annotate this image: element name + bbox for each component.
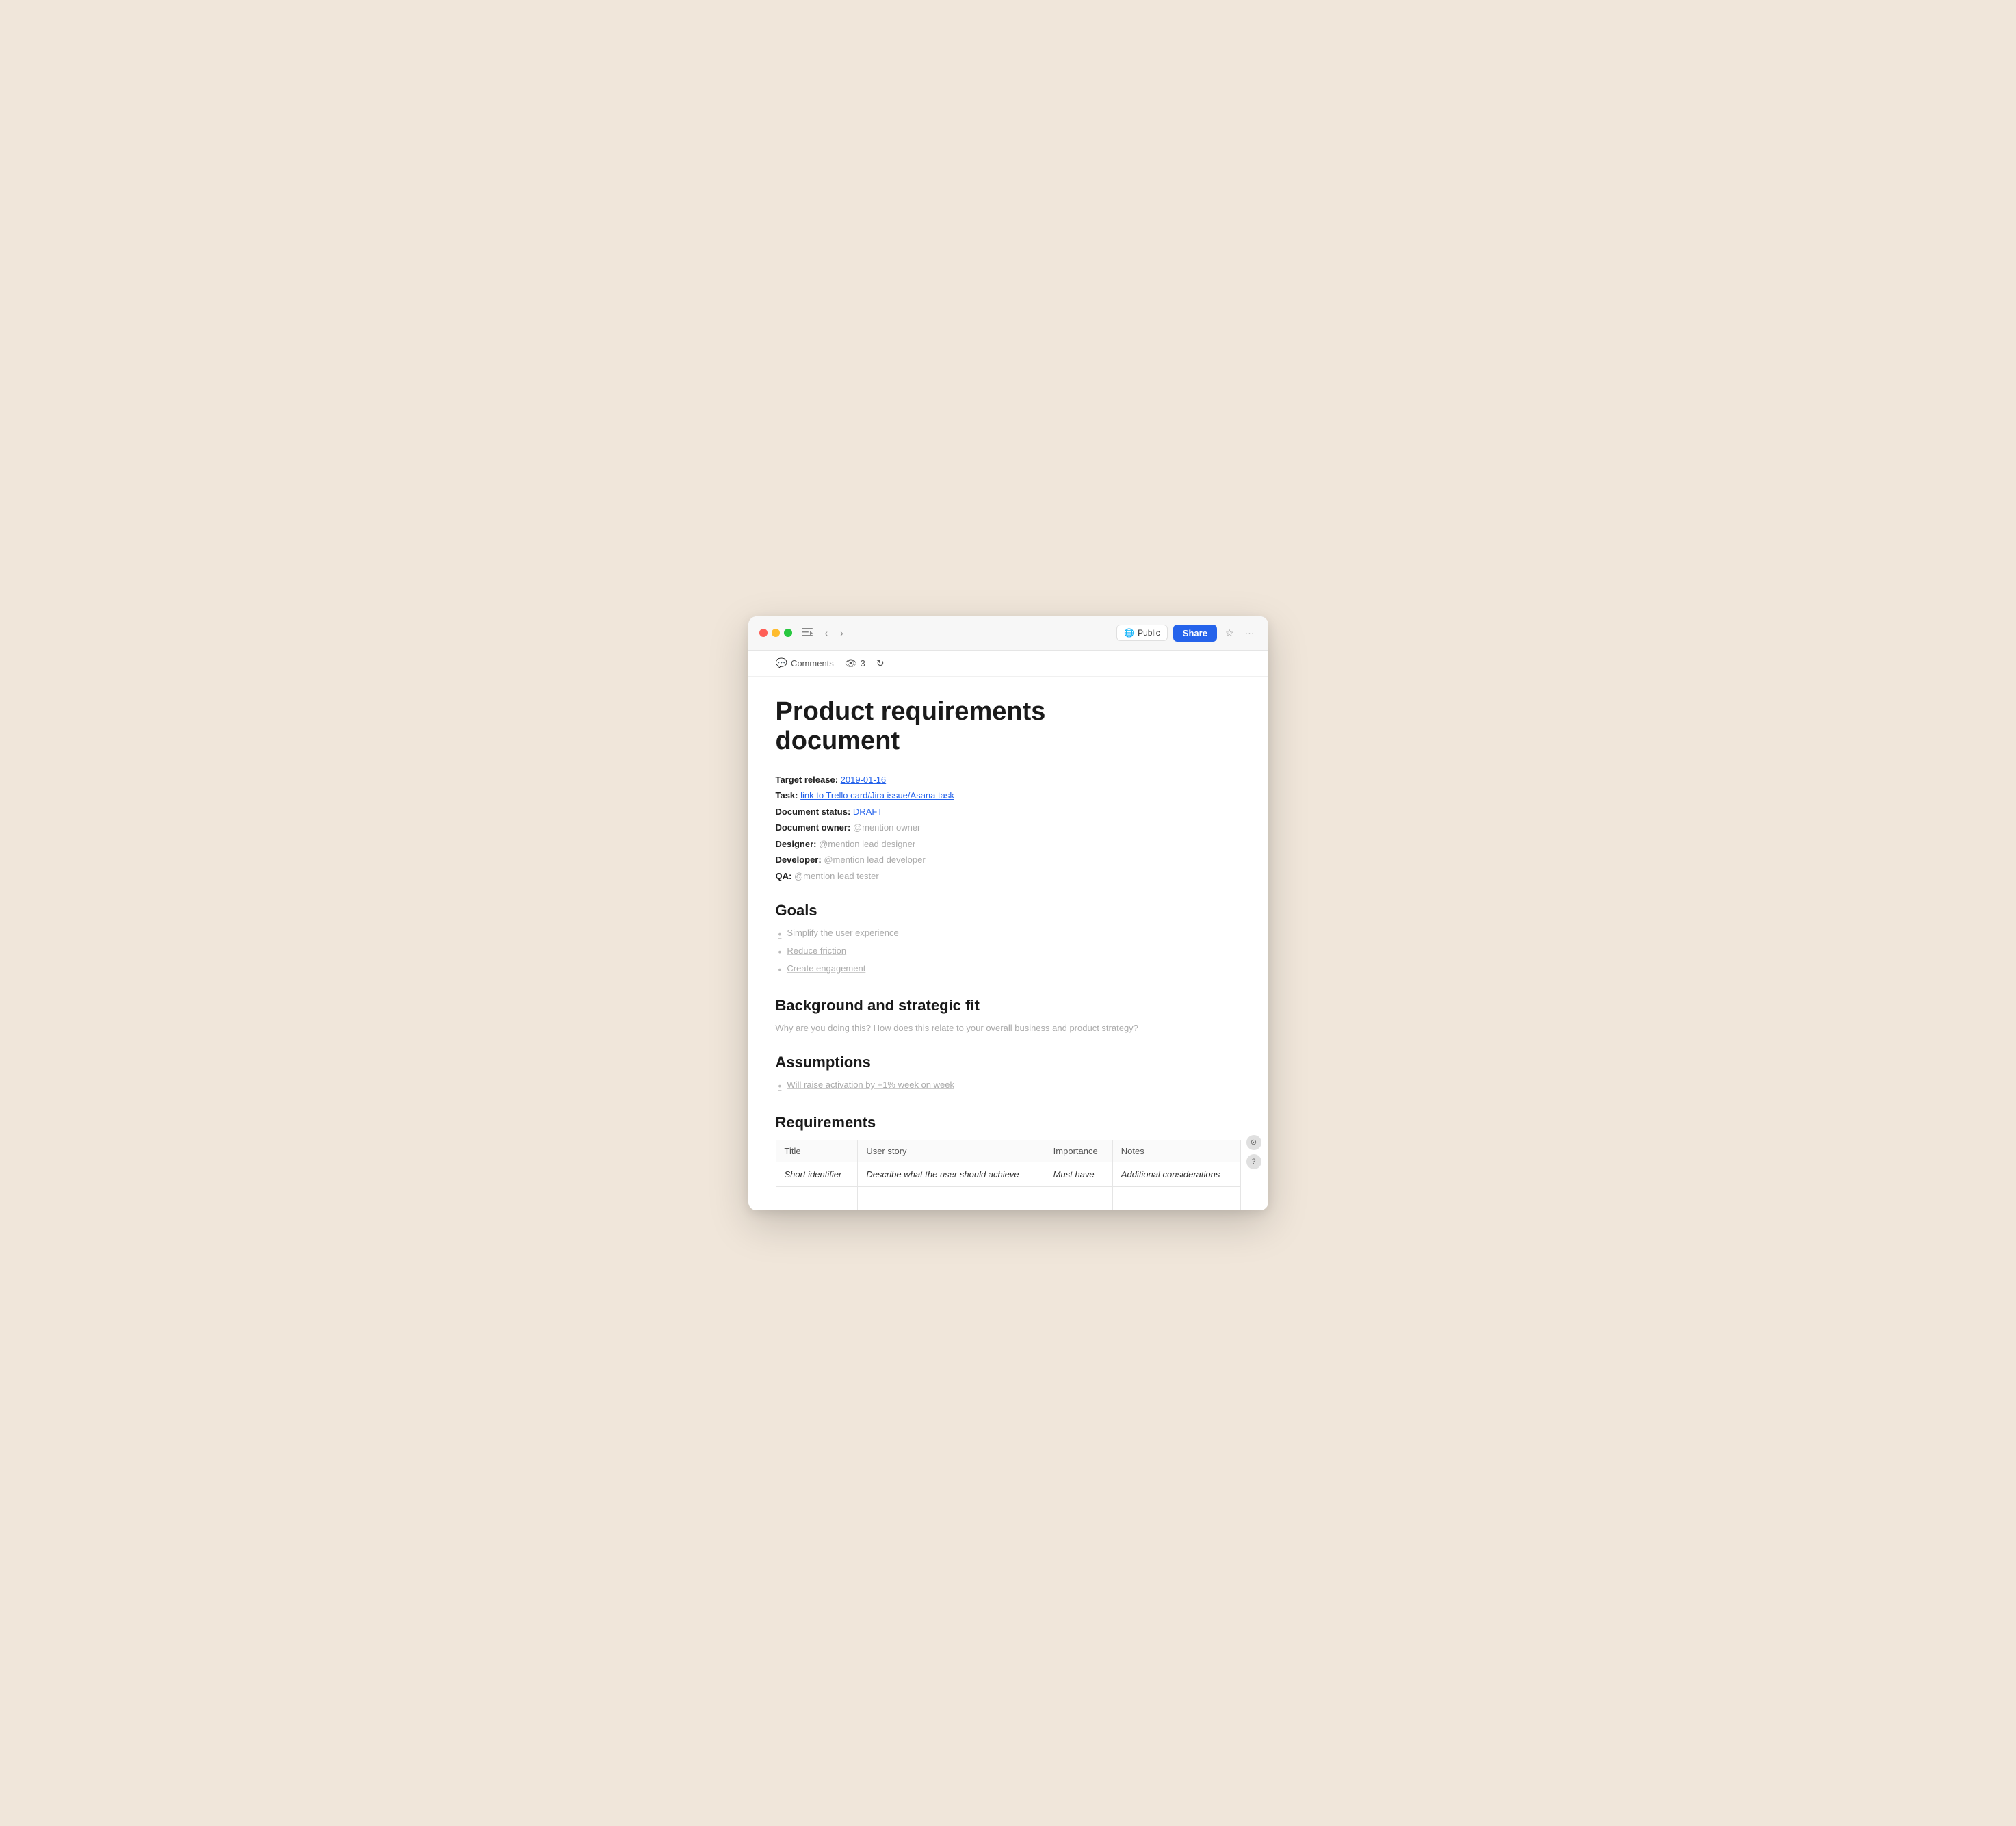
titlebar-left: ‹ › — [759, 626, 846, 640]
document-owner-value[interactable]: @mention owner — [853, 822, 920, 833]
designer-value[interactable]: @mention lead designer — [819, 839, 915, 849]
assumptions-item-0: Will raise activation by +1% week on wee… — [787, 1080, 954, 1090]
table-row[interactable]: Short identifier Describe what the user … — [776, 1162, 1240, 1186]
cell-notes-0[interactable]: Additional considerations — [1112, 1162, 1240, 1186]
col-title: Title — [776, 1140, 858, 1162]
background-section: Background and strategic fit Why are you… — [776, 997, 1241, 1033]
floating-question-icon[interactable]: ? — [1246, 1154, 1261, 1169]
refresh-button[interactable]: ↻ — [876, 657, 885, 669]
qa-label: QA: — [776, 871, 792, 881]
floating-circle-icon[interactable]: ⊙ — [1246, 1135, 1261, 1150]
list-item[interactable]: Create engagement — [778, 963, 1241, 977]
goals-title: Goals — [776, 902, 1241, 919]
meta-qa: QA: @mention lead tester — [776, 870, 1241, 883]
public-label: Public — [1138, 628, 1160, 638]
col-notes: Notes — [1112, 1140, 1240, 1162]
developer-label: Developer: — [776, 855, 822, 865]
meta-task: Task: link to Trello card/Jira issue/Asa… — [776, 789, 1241, 803]
cell-notes-1[interactable] — [1112, 1186, 1240, 1210]
assumptions-list: Will raise activation by +1% week on wee… — [776, 1080, 1241, 1093]
designer-label: Designer: — [776, 839, 817, 849]
titlebar: ‹ › 🌐 Public Share ☆ ··· — [748, 616, 1268, 651]
floating-icons: ⊙ ? — [1246, 1135, 1261, 1169]
cell-importance-1[interactable] — [1045, 1186, 1112, 1210]
table-row[interactable] — [776, 1186, 1240, 1210]
comments-button[interactable]: 💬 Comments — [776, 657, 834, 669]
views-count: 3 — [861, 658, 865, 668]
document-owner-label: Document owner: — [776, 822, 851, 833]
requirements-title: Requirements — [776, 1114, 1241, 1132]
meta-target-release: Target release: 2019-01-16 — [776, 773, 1241, 787]
document-status-label: Document status: — [776, 807, 851, 817]
developer-value[interactable]: @mention lead developer — [824, 855, 925, 865]
goals-list: Simplify the user experience Reduce fric… — [776, 928, 1241, 976]
target-release-value[interactable]: 2019-01-16 — [841, 774, 887, 785]
eye-icon: 👁 — [845, 657, 857, 669]
cell-story-1[interactable] — [858, 1186, 1045, 1210]
cell-importance-0[interactable]: Must have — [1045, 1162, 1112, 1186]
traffic-light-yellow[interactable] — [772, 629, 780, 637]
document-content: Product requirementsdocument Target rele… — [748, 677, 1268, 1210]
cell-title-0[interactable]: Short identifier — [776, 1162, 858, 1186]
target-release-label: Target release: — [776, 774, 839, 785]
titlebar-right: 🌐 Public Share ☆ ··· — [1116, 625, 1257, 642]
assumptions-section: Assumptions Will raise activation by +1%… — [776, 1054, 1241, 1093]
meta-section: Target release: 2019-01-16 Task: link to… — [776, 773, 1241, 883]
back-icon[interactable]: ‹ — [822, 626, 831, 640]
goals-item-0: Simplify the user experience — [787, 928, 898, 938]
public-button[interactable]: 🌐 Public — [1116, 625, 1168, 641]
views-button[interactable]: 👁 3 — [845, 657, 865, 669]
meta-developer: Developer: @mention lead developer — [776, 853, 1241, 867]
cell-title-1[interactable] — [776, 1186, 858, 1210]
more-icon[interactable]: ··· — [1242, 625, 1257, 641]
cell-story-0[interactable]: Describe what the user should achieve — [858, 1162, 1045, 1186]
goals-item-1: Reduce friction — [787, 945, 846, 956]
background-placeholder[interactable]: Why are you doing this? How does this re… — [776, 1023, 1241, 1033]
meta-document-owner: Document owner: @mention owner — [776, 821, 1241, 835]
traffic-light-red[interactable] — [759, 629, 768, 637]
col-user-story: User story — [858, 1140, 1045, 1162]
document-title: Product requirementsdocument — [776, 697, 1241, 757]
goals-item-2: Create engagement — [787, 963, 865, 974]
forward-icon[interactable]: › — [837, 626, 846, 640]
traffic-lights — [759, 629, 792, 637]
sidebar-toggle-icon[interactable] — [799, 626, 815, 640]
traffic-light-green[interactable] — [784, 629, 792, 637]
document-status-value[interactable]: DRAFT — [853, 807, 882, 817]
assumptions-title: Assumptions — [776, 1054, 1241, 1071]
list-item[interactable]: Reduce friction — [778, 945, 1241, 959]
app-window: ‹ › 🌐 Public Share ☆ ··· 💬 Comments 👁 3 … — [748, 616, 1268, 1210]
qa-value[interactable]: @mention lead tester — [794, 871, 879, 881]
refresh-icon: ↻ — [876, 657, 885, 669]
table-header-row: Title User story Importance Notes — [776, 1140, 1240, 1162]
star-icon[interactable]: ☆ — [1222, 625, 1237, 642]
meta-designer: Designer: @mention lead designer — [776, 837, 1241, 851]
background-title: Background and strategic fit — [776, 997, 1241, 1015]
globe-icon: 🌐 — [1124, 628, 1134, 638]
col-importance: Importance — [1045, 1140, 1112, 1162]
comment-icon: 💬 — [776, 657, 787, 669]
requirements-table: Title User story Importance Notes Short … — [776, 1140, 1241, 1210]
comments-label: Comments — [791, 658, 834, 668]
list-item[interactable]: Simplify the user experience — [778, 928, 1241, 941]
list-item[interactable]: Will raise activation by +1% week on wee… — [778, 1080, 1241, 1093]
meta-document-status: Document status: DRAFT — [776, 805, 1241, 819]
goals-section: Goals Simplify the user experience Reduc… — [776, 902, 1241, 976]
task-value[interactable]: link to Trello card/Jira issue/Asana tas… — [800, 790, 954, 800]
requirements-section: Requirements Title User story Importance… — [776, 1114, 1241, 1210]
share-button[interactable]: Share — [1173, 625, 1217, 642]
toolbar: 💬 Comments 👁 3 ↻ — [748, 651, 1268, 677]
task-label: Task: — [776, 790, 798, 800]
